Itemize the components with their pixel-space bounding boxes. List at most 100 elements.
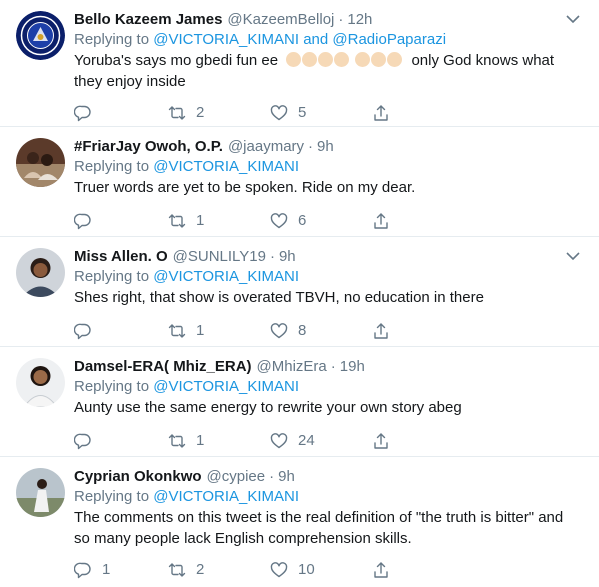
mention-link[interactable]: @VICTORIA_KIMANI bbox=[153, 488, 299, 505]
share-icon bbox=[374, 105, 388, 121]
tweet[interactable]: Miss Allen. O @SUNLILY19 · 9h Replying t… bbox=[0, 237, 599, 347]
reply-button[interactable]: 1 bbox=[74, 561, 110, 579]
mention-link[interactable]: @VICTORIA_KIMANI bbox=[153, 378, 299, 395]
timestamp[interactable]: 19h bbox=[340, 357, 365, 377]
tweet-header: Cyprian Okonkwo @cypiee · 9h bbox=[74, 467, 583, 487]
retweet-icon bbox=[168, 324, 186, 338]
share-button[interactable] bbox=[372, 561, 390, 579]
mention-link[interactable]: @VICTORIA_KIMANI bbox=[153, 158, 299, 175]
like-button[interactable]: 5 bbox=[270, 104, 306, 122]
mention-link[interactable]: @VICTORIA_KIMANI bbox=[153, 31, 299, 48]
replying-to-label: Replying to bbox=[74, 268, 150, 285]
retweet-count: 1 bbox=[196, 212, 205, 229]
tweet-header: #FriarJay Owoh, O.P. @jaaymary · 9h bbox=[74, 137, 583, 157]
chevron-down-icon[interactable] bbox=[565, 250, 581, 262]
retweet-button[interactable]: 1 bbox=[168, 212, 204, 230]
tweet[interactable]: Damsel-ERA( Mhiz_ERA) @MhizEra · 19h Rep… bbox=[0, 347, 599, 457]
replying-to-label: Replying to bbox=[74, 31, 150, 48]
mention-link[interactable]: @RadioPaparazi bbox=[332, 31, 446, 48]
share-icon bbox=[374, 433, 388, 449]
heart-icon bbox=[270, 213, 288, 229]
heart-icon bbox=[270, 105, 288, 121]
retweet-icon bbox=[168, 214, 186, 228]
display-name[interactable]: Miss Allen. O bbox=[74, 247, 168, 267]
user-handle[interactable]: @KazeemBelloj bbox=[227, 10, 334, 30]
share-icon bbox=[374, 213, 388, 229]
replying-to-label: Replying to bbox=[74, 378, 150, 395]
retweet-button[interactable]: 2 bbox=[168, 104, 204, 122]
photo-avatar-icon[interactable] bbox=[16, 248, 65, 297]
pointing-hand-emoji-icon bbox=[334, 52, 350, 67]
user-handle[interactable]: @SUNLILY19 bbox=[173, 247, 266, 267]
separator-dot: · bbox=[269, 248, 275, 265]
user-handle[interactable]: @cypiee bbox=[207, 467, 266, 487]
replying-to: Replying to @VICTORIA_KIMANI bbox=[74, 267, 583, 287]
tweet-header: Bello Kazeem James @KazeemBelloj · 12h bbox=[74, 10, 583, 30]
like-button[interactable]: 8 bbox=[270, 322, 306, 340]
share-button[interactable] bbox=[372, 322, 390, 340]
chevron-down-icon[interactable] bbox=[565, 13, 581, 25]
replying-to-label: Replying to bbox=[74, 488, 150, 505]
retweet-button[interactable]: 1 bbox=[168, 432, 204, 450]
separator-dot: · bbox=[269, 468, 275, 485]
display-name[interactable]: #FriarJay Owoh, O.P. bbox=[74, 137, 223, 157]
tweet-actions: 1 24 bbox=[74, 432, 583, 452]
separator-dot: · bbox=[338, 11, 344, 28]
replying-to: Replying to @VICTORIA_KIMANI bbox=[74, 377, 583, 397]
reply-button[interactable] bbox=[74, 212, 102, 230]
tweet-text-part: Yoruba's says mo gbedi fun ee bbox=[74, 52, 279, 69]
retweet-button[interactable]: 2 bbox=[168, 561, 204, 579]
display-name[interactable]: Cyprian Okonkwo bbox=[74, 467, 202, 487]
like-count: 10 bbox=[298, 561, 315, 578]
like-button[interactable]: 10 bbox=[270, 561, 315, 579]
replying-to-label: Replying to bbox=[74, 158, 150, 175]
replying-to: Replying to @VICTORIA_KIMANI bbox=[74, 157, 583, 177]
retweet-icon bbox=[168, 434, 186, 448]
reply-button[interactable] bbox=[74, 432, 102, 450]
tweet-header: Damsel-ERA( Mhiz_ERA) @MhizEra · 19h bbox=[74, 357, 583, 377]
timestamp[interactable]: 9h bbox=[279, 247, 296, 267]
reply-icon bbox=[74, 433, 91, 450]
reply-icon bbox=[74, 105, 91, 122]
ok-hand-emoji-icon bbox=[318, 52, 334, 67]
display-name[interactable]: Damsel-ERA( Mhiz_ERA) bbox=[74, 357, 252, 377]
photo-avatar-icon[interactable] bbox=[16, 468, 65, 517]
display-name[interactable]: Bello Kazeem James bbox=[74, 10, 222, 30]
replying-to: Replying to @VICTORIA_KIMANI bbox=[74, 487, 583, 507]
timestamp[interactable]: 9h bbox=[278, 467, 295, 487]
retweet-button[interactable]: 1 bbox=[168, 322, 204, 340]
user-handle[interactable]: @jaaymary bbox=[228, 137, 304, 157]
chelsea-crest-icon[interactable] bbox=[16, 11, 65, 60]
like-count: 6 bbox=[298, 212, 307, 229]
photo-avatar-icon[interactable] bbox=[16, 138, 65, 187]
reply-icon bbox=[74, 213, 91, 230]
tweet-text: Yoruba's says mo gbedi fun ee only God k… bbox=[74, 50, 583, 92]
tweet[interactable]: #FriarJay Owoh, O.P. @jaaymary · 9h Repl… bbox=[0, 127, 599, 237]
reply-button[interactable] bbox=[74, 104, 102, 122]
like-count: 5 bbox=[298, 104, 307, 121]
clapping-hands-emoji-icon bbox=[355, 52, 371, 67]
tweet-actions: 1 8 bbox=[74, 322, 583, 342]
tweet-actions: 1 6 bbox=[74, 212, 583, 232]
mention-link[interactable]: @VICTORIA_KIMANI bbox=[153, 268, 299, 285]
separator-dot: · bbox=[308, 138, 314, 155]
share-button[interactable] bbox=[372, 432, 390, 450]
photo-avatar-icon[interactable] bbox=[16, 358, 65, 407]
share-button[interactable] bbox=[372, 104, 390, 122]
share-button[interactable] bbox=[372, 212, 390, 230]
tweet-text: The comments on this tweet is the real d… bbox=[74, 509, 564, 547]
reply-icon bbox=[74, 323, 91, 340]
like-button[interactable]: 24 bbox=[270, 432, 315, 450]
timestamp[interactable]: 9h bbox=[317, 137, 334, 157]
reply-button[interactable] bbox=[74, 322, 102, 340]
tweet-header: Miss Allen. O @SUNLILY19 · 9h bbox=[74, 247, 583, 267]
mention-joiner: and bbox=[303, 31, 329, 48]
clapping-hands-emoji-icon bbox=[371, 52, 387, 67]
timestamp[interactable]: 12h bbox=[347, 10, 372, 30]
retweet-count: 1 bbox=[196, 432, 205, 449]
tweet[interactable]: Cyprian Okonkwo @cypiee · 9h Replying to… bbox=[0, 457, 599, 587]
tweet[interactable]: Bello Kazeem James @KazeemBelloj · 12h R… bbox=[0, 0, 599, 127]
user-handle[interactable]: @MhizEra bbox=[257, 357, 327, 377]
heart-icon bbox=[270, 323, 288, 339]
like-button[interactable]: 6 bbox=[270, 212, 306, 230]
